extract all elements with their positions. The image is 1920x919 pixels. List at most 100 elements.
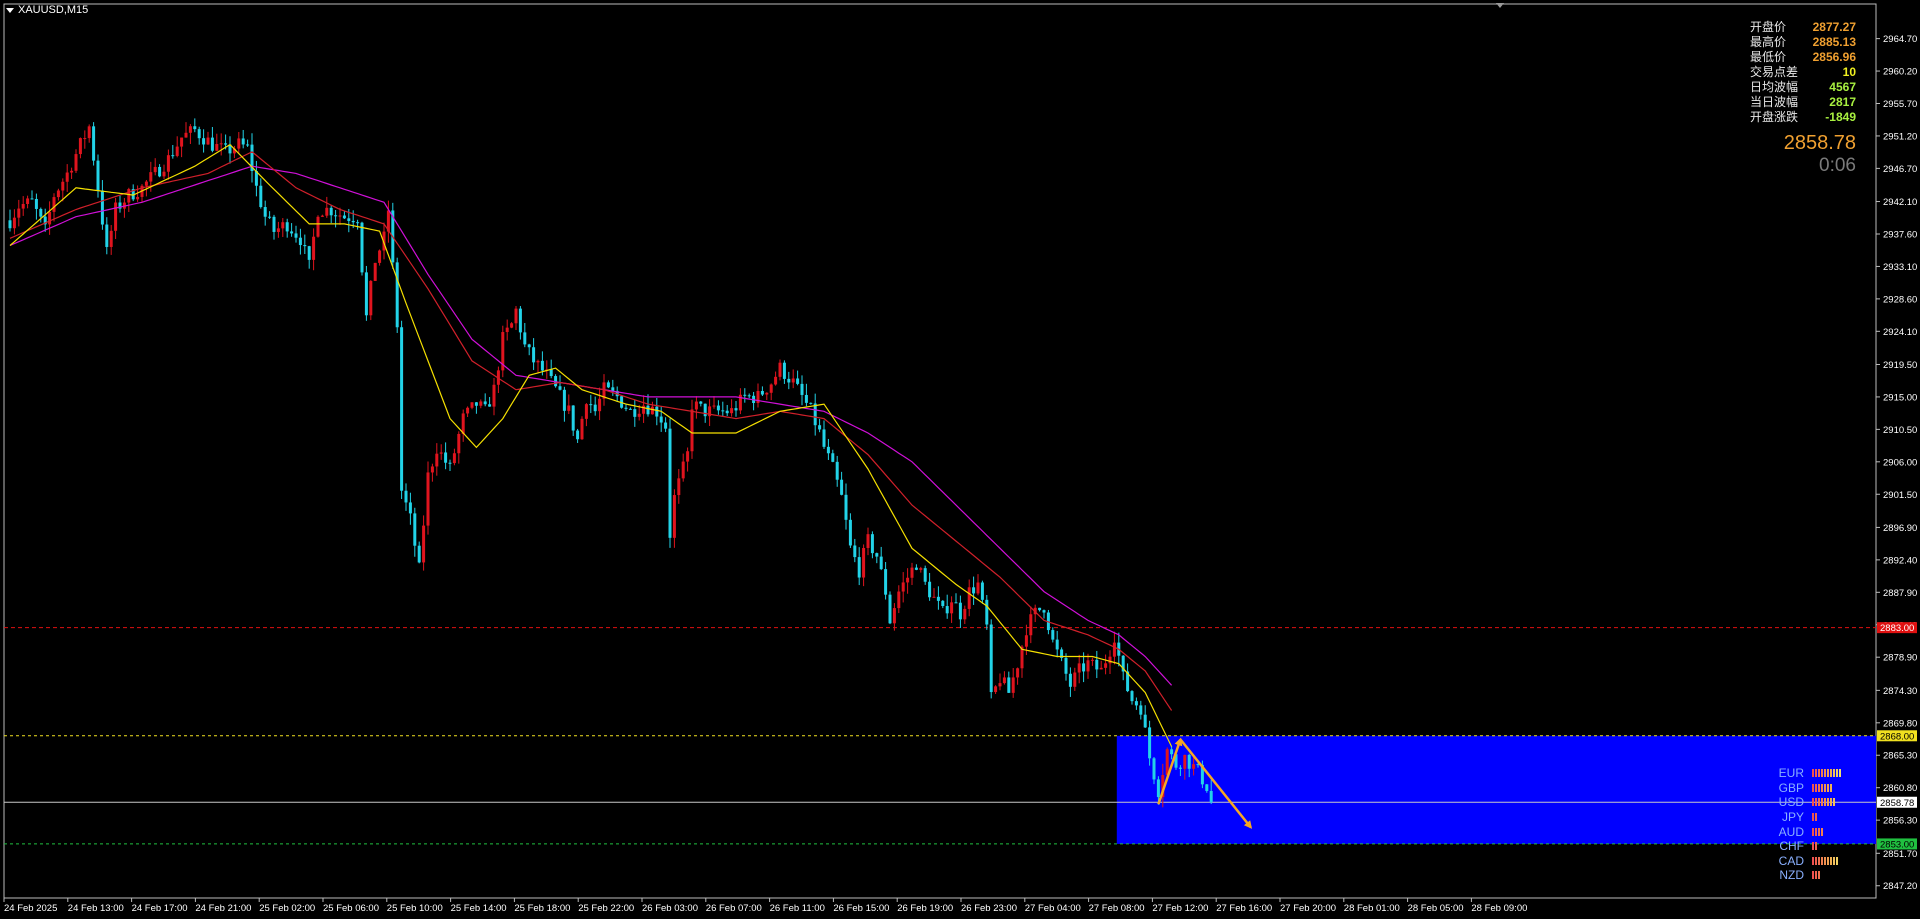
candle <box>228 136 232 164</box>
candle-body <box>127 189 131 203</box>
candle <box>593 396 597 416</box>
candle <box>1139 700 1143 720</box>
candle-body <box>567 405 571 411</box>
symbol-menu-icon[interactable] <box>6 7 14 13</box>
price-level-label: 2858.78 <box>1880 798 1914 809</box>
candle <box>646 394 650 417</box>
candle-body <box>298 237 302 246</box>
candle-body <box>492 384 496 407</box>
candle <box>809 402 813 405</box>
candle <box>690 399 694 459</box>
candle-body <box>1130 691 1134 702</box>
candle-body <box>70 170 74 173</box>
y-tick-label: 2946.70 <box>1883 164 1917 175</box>
candle <box>1051 627 1055 643</box>
currency-name: USD <box>1778 795 1804 810</box>
candle <box>294 225 298 243</box>
currency-row-jpy: JPY <box>1768 810 1842 825</box>
candle <box>628 407 632 410</box>
x-tick-label: 26 Feb 19:00 <box>897 903 953 914</box>
candle-body <box>976 582 980 594</box>
candle-body <box>188 126 192 133</box>
strength-bar <box>1815 813 1817 822</box>
candle <box>259 178 263 209</box>
candle <box>655 397 659 426</box>
candle-body <box>1148 727 1152 759</box>
price-chart[interactable]: 2964.70 2960.20 2955.70 2951.20 2946.70 2942.… <box>0 0 1920 919</box>
candle-body <box>1090 659 1094 661</box>
candle <box>760 386 764 396</box>
candle-body <box>272 216 276 232</box>
candle-body <box>430 466 434 473</box>
candle <box>188 124 192 144</box>
candle <box>100 180 104 230</box>
candle <box>334 210 338 228</box>
candle <box>800 375 804 406</box>
candle-body <box>932 596 936 598</box>
currency-row-cad: CAD <box>1768 854 1842 869</box>
candle <box>576 428 580 443</box>
candle-body <box>558 386 562 390</box>
candle-body <box>505 327 509 333</box>
candle <box>193 118 197 133</box>
candle <box>796 370 800 386</box>
candle-body <box>796 378 800 384</box>
support-zone <box>1116 735 1876 844</box>
candle <box>378 249 382 266</box>
candle <box>919 566 923 573</box>
stats-panel: 开盘价 2877.27 最高价 2885.13 最低价 2856.96 交易点差 10 … <box>1750 20 1856 125</box>
candle <box>1011 667 1015 698</box>
candle <box>774 371 778 386</box>
candle <box>114 197 118 240</box>
candle <box>972 576 976 605</box>
candle-body <box>149 172 153 182</box>
candle-body <box>998 683 1002 687</box>
candle-body <box>219 143 223 145</box>
currency-name: AUD <box>1778 824 1804 839</box>
candle-body <box>523 332 527 345</box>
x-tick-label: 26 Feb 11:00 <box>770 903 825 914</box>
candle-body <box>268 216 272 218</box>
candle <box>1007 671 1011 694</box>
candle-body <box>734 408 738 411</box>
candle-body <box>320 215 324 217</box>
chart-shift-marker[interactable] <box>1496 3 1504 8</box>
candle <box>870 531 874 559</box>
candle-body <box>650 406 654 415</box>
strength-bar <box>1812 842 1814 851</box>
x-tick-label: 27 Feb 20:00 <box>1280 903 1336 914</box>
candle <box>985 594 989 630</box>
candle <box>1104 654 1108 675</box>
candle <box>210 126 214 153</box>
candle <box>980 580 984 604</box>
stat-row: 当日波幅 2817 <box>1750 95 1856 110</box>
candle <box>923 565 927 585</box>
candle <box>448 459 452 472</box>
candle-body <box>294 233 298 238</box>
candle-body <box>866 534 870 548</box>
strength-bar <box>1818 769 1820 778</box>
strength-bar <box>1827 769 1829 778</box>
currency-strength-bars <box>1812 868 1821 882</box>
candle <box>699 401 703 407</box>
candle <box>219 133 223 156</box>
candle <box>1060 647 1064 662</box>
candle <box>285 218 289 238</box>
strength-bar <box>1833 798 1835 807</box>
candle-body <box>743 394 747 396</box>
currency-row-eur: EUR <box>1768 766 1842 781</box>
candle <box>862 544 866 587</box>
candle <box>747 393 751 399</box>
y-tick-label: 2860.80 <box>1883 783 1917 794</box>
candle <box>668 418 672 548</box>
candle-body <box>325 207 329 216</box>
candle-body <box>906 577 910 583</box>
candle <box>70 167 74 179</box>
candle-body <box>426 472 430 526</box>
strength-bar <box>1833 769 1835 778</box>
strength-bar <box>1827 798 1829 807</box>
candle-body <box>628 408 632 410</box>
candle <box>857 547 861 586</box>
strength-bar <box>1821 856 1823 865</box>
currency-row-nzd: NZD <box>1768 868 1842 883</box>
